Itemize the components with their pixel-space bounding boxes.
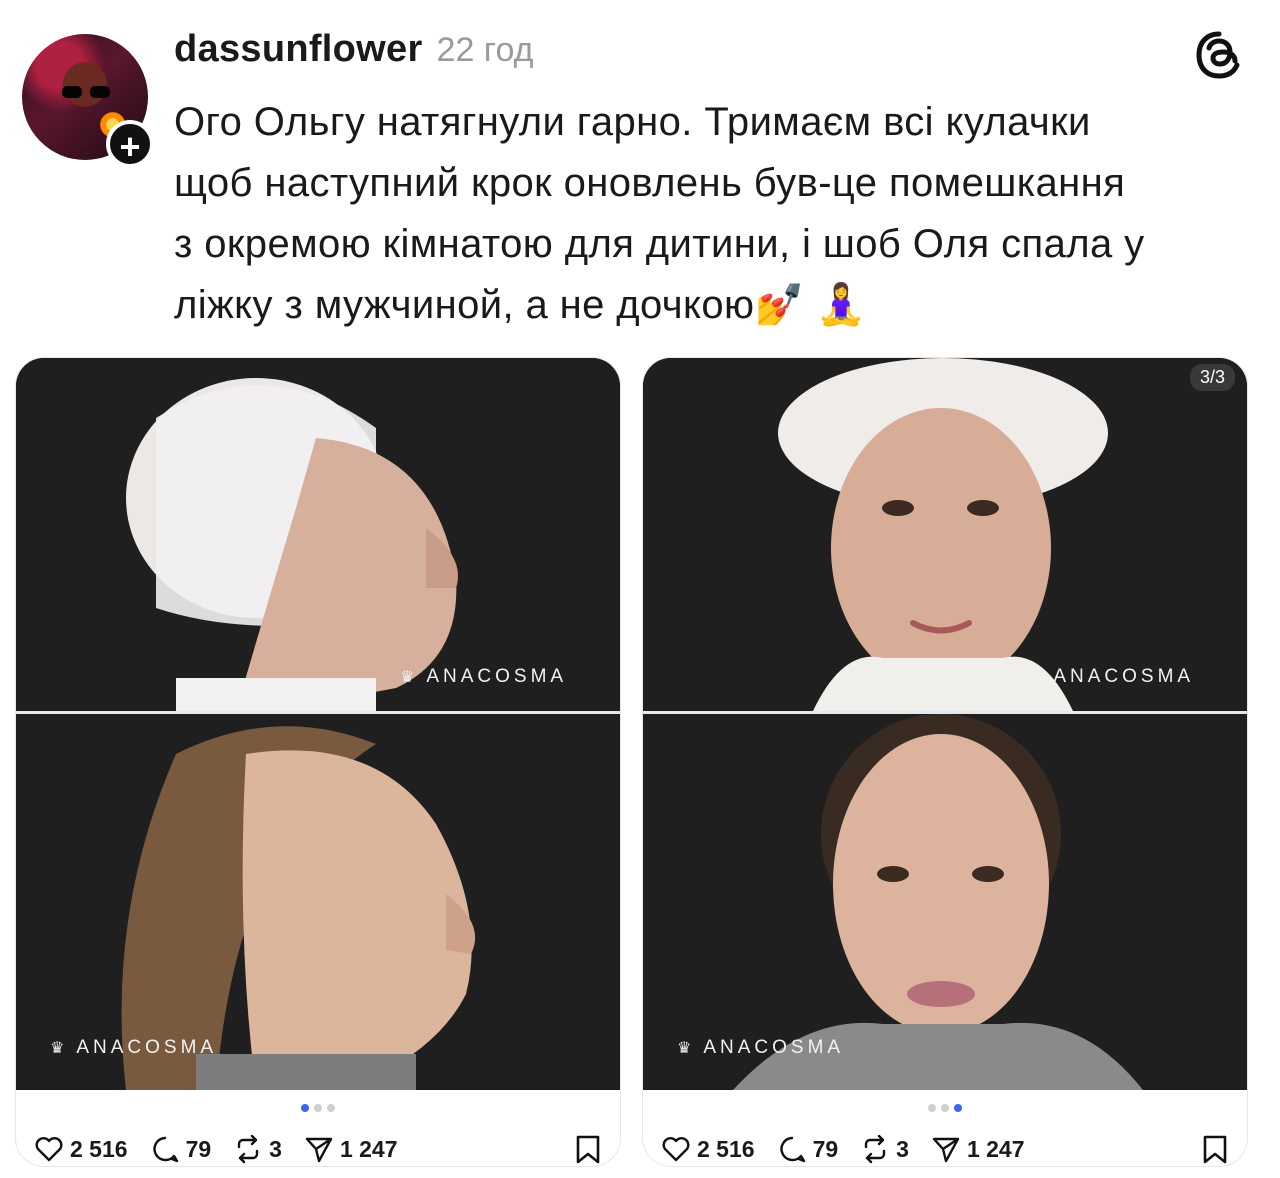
comment-button[interactable]: 79 <box>150 1134 212 1164</box>
comment-button[interactable]: 79 <box>777 1134 839 1164</box>
crown-icon: ♛ <box>677 1040 696 1057</box>
photo-before-front[interactable]: 3/3 ♛ ANACOSMA <box>643 358 1247 711</box>
action-bar: 2 516 79 3 1 247 <box>34 1132 602 1166</box>
repost-button[interactable]: 3 <box>860 1134 909 1164</box>
share-count: 1 247 <box>966 1135 1025 1162</box>
repost-button[interactable]: 3 <box>233 1134 282 1164</box>
comment-icon <box>152 1136 178 1163</box>
crown-icon: ♛ <box>50 1040 69 1057</box>
carousel-dot[interactable] <box>928 1104 936 1112</box>
carousel-dots <box>643 1104 1247 1112</box>
comment-count: 79 <box>812 1135 839 1162</box>
photo-before-profile[interactable]: ♛ ANACOSMA <box>16 358 620 711</box>
carousel-dot[interactable] <box>941 1104 949 1112</box>
before-front-image <box>643 358 1247 711</box>
share-button[interactable]: 1 247 <box>304 1134 398 1164</box>
share-count: 1 247 <box>339 1135 398 1162</box>
share-icon <box>305 1137 333 1163</box>
brand-watermark: ♛ ANACOSMA <box>1027 666 1194 688</box>
carousel-dot[interactable] <box>954 1104 962 1112</box>
repost-icon <box>237 1134 259 1164</box>
bookmark-icon[interactable] <box>1201 1134 1229 1164</box>
brand-watermark: ♛ ANACOSMA <box>677 1037 844 1059</box>
username[interactable]: dassunflower <box>174 28 423 71</box>
heart-icon <box>662 1137 690 1162</box>
page-indicator: 3/3 <box>1189 364 1235 391</box>
follow-plus-button[interactable]: + <box>106 120 154 168</box>
post-text: Ого Ольгу натягнули гарно. Тримаєм всі к… <box>174 100 1145 327</box>
repost-count: 3 <box>269 1135 282 1162</box>
repost-count: 3 <box>896 1135 909 1162</box>
post-header: dassunflower 22 год <box>174 28 533 74</box>
brand-label: ANACOSMA <box>703 1037 845 1058</box>
like-count: 2 516 <box>697 1135 755 1162</box>
crown-icon: ♛ <box>1027 669 1046 686</box>
photo-after-front[interactable]: ♛ ANACOSMA <box>643 714 1247 1090</box>
brand-watermark: ♛ ANACOSMA <box>400 666 567 688</box>
threads-logo-icon[interactable] <box>1192 28 1246 82</box>
share-icon <box>932 1137 960 1163</box>
share-button[interactable]: 1 247 <box>931 1134 1025 1164</box>
brand-label: ANACOSMA <box>76 1037 218 1058</box>
media-card-right[interactable]: 3/3 ♛ ANACOSMA ♛ ANACOSMA 2 516 79 3 1 2… <box>643 358 1247 1166</box>
comment-icon <box>779 1136 805 1163</box>
post-time: 22 год <box>436 31 534 69</box>
sunglasses-decoration <box>62 86 110 98</box>
photo-after-profile[interactable]: ♛ ANACOSMA <box>16 714 620 1090</box>
carousel-dot[interactable] <box>327 1104 335 1112</box>
action-bar: 2 516 79 3 1 247 <box>661 1132 1229 1166</box>
carousel-dots <box>16 1104 620 1112</box>
after-front-image <box>643 714 1247 1090</box>
like-count: 2 516 <box>70 1135 128 1162</box>
brand-watermark: ♛ ANACOSMA <box>50 1037 217 1059</box>
crown-icon: ♛ <box>400 669 419 686</box>
repost-icon <box>864 1134 886 1164</box>
brand-label: ANACOSMA <box>1053 666 1195 687</box>
heart-icon <box>35 1137 63 1162</box>
comment-count: 79 <box>185 1135 212 1162</box>
after-profile-image <box>16 714 620 1090</box>
like-button[interactable]: 2 516 <box>34 1134 128 1164</box>
media-card-left[interactable]: ♛ ANACOSMA ♛ ANACOSMA 2 516 79 3 1 247 <box>16 358 620 1166</box>
carousel-dot[interactable] <box>314 1104 322 1112</box>
bookmark-icon[interactable] <box>574 1134 602 1164</box>
before-profile-image <box>16 358 620 711</box>
carousel-dot[interactable] <box>301 1104 309 1112</box>
brand-label: ANACOSMA <box>426 666 568 687</box>
like-button[interactable]: 2 516 <box>661 1134 755 1164</box>
